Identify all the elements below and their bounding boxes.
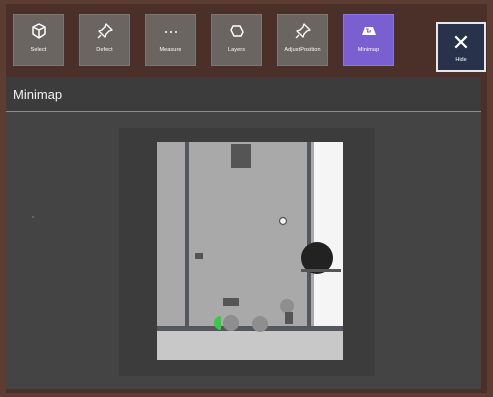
wall-right [307, 142, 311, 332]
layers-icon [229, 25, 244, 37]
dark-block-small [195, 253, 203, 259]
wall-left [185, 142, 189, 328]
object-circle-2 [252, 316, 268, 332]
adjust-position-label: AdjustPosition [284, 47, 321, 53]
cube-icon [31, 23, 46, 39]
defect-label: Defect [96, 47, 113, 53]
object-circle-1 [223, 315, 239, 331]
hide-button[interactable]: ✕ Hide [436, 22, 486, 72]
close-icon: ✕ [451, 30, 471, 55]
pin-icon [97, 23, 113, 39]
layers-button[interactable]: Layers [211, 14, 262, 66]
minimap-label: Minimap [357, 47, 380, 53]
measure-button[interactable]: Measure [145, 14, 196, 66]
ellipsis-icon [164, 31, 177, 33]
bright-wall-area [314, 142, 343, 332]
object-box [223, 298, 239, 306]
object-circle-right [280, 299, 294, 313]
minimap-view[interactable] [119, 128, 375, 376]
map-icon [361, 27, 376, 35]
hide-label: Hide [455, 57, 467, 63]
wall-bottom [157, 326, 343, 331]
select-button[interactable]: Select [13, 14, 64, 66]
dark-block-top [231, 144, 251, 168]
sphere-base [301, 269, 341, 272]
pin-icon [295, 23, 311, 39]
waypoint-marker [278, 216, 288, 226]
floorplan-map [119, 128, 375, 376]
defect-button[interactable]: Defect [79, 14, 130, 66]
panel-title: Minimap [13, 87, 63, 102]
measure-label: Measure [159, 47, 182, 53]
select-label: Select [30, 47, 47, 53]
layers-label: Layers [227, 47, 246, 53]
adjust-position-button[interactable]: AdjustPosition [277, 14, 328, 66]
panel-header: Minimap [6, 77, 481, 112]
minimap-button[interactable]: Minimap [343, 14, 394, 66]
toolbar: Select Defect Measure Layers AdjustPosit… [10, 8, 482, 74]
bottom-strip [157, 331, 343, 360]
object-post [285, 312, 293, 324]
panel-marker [32, 216, 34, 218]
